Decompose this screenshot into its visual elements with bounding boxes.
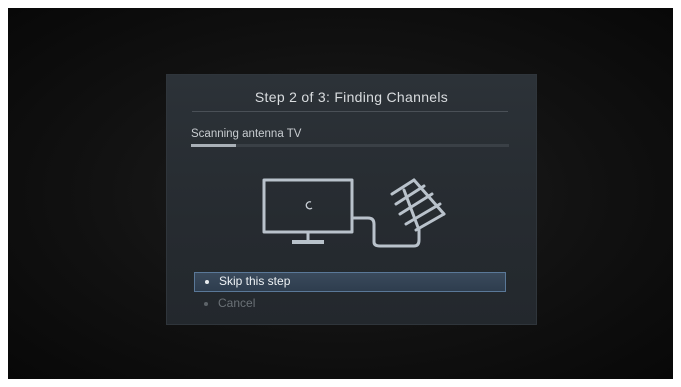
setup-dialog: Step 2 of 3: Finding Channels Scanning a… <box>166 74 537 325</box>
cancel-option[interactable]: Cancel <box>194 294 506 314</box>
title-divider <box>192 111 508 112</box>
tv-antenna-illustration <box>262 178 446 248</box>
scan-progress-fill <box>191 144 236 147</box>
skip-step-option[interactable]: Skip this step <box>194 272 506 292</box>
dialog-title: Step 2 of 3: Finding Channels <box>254 89 449 105</box>
tv-screen: Step 2 of 3: Finding Channels Scanning a… <box>8 8 673 379</box>
scan-status-label: Scanning antenna TV <box>191 128 302 140</box>
cancel-label: Cancel <box>218 296 256 310</box>
tv-icon <box>262 178 354 244</box>
skip-step-label: Skip this step <box>219 274 291 288</box>
bullet-icon <box>205 280 209 284</box>
loading-spinner-icon <box>305 201 313 210</box>
scan-progress-bar <box>191 144 509 147</box>
bullet-icon <box>204 302 208 306</box>
antenna-icon <box>390 178 446 232</box>
